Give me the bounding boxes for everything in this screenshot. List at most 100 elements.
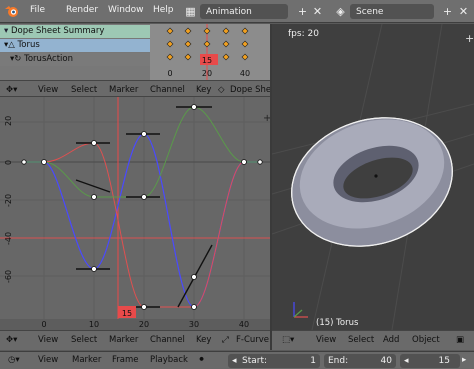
dope-sheet-header: ✥▾ View Select Marker Channel Key ◇ Dope… [0,80,270,97]
keyframe [184,27,192,35]
graph-menu-view[interactable]: View [38,335,58,345]
menu-render[interactable]: Render [66,5,98,15]
action-icon: ↻ [14,54,22,64]
graph-current-frame-text: 15 [122,309,132,318]
graph-mode-icon[interactable]: ⤢ [222,335,229,345]
start-frame-value: 1 [310,356,316,366]
keyframe [222,27,230,35]
current-frame-arrow-left-icon[interactable]: ◂ [404,356,409,366]
screen-layout-label: Animation [206,7,252,17]
dope-mode-select[interactable]: Dope Shee [230,85,270,95]
dope-menu-select[interactable]: Select [71,85,97,95]
end-frame-label: End: [328,356,349,366]
dope-tick-label: 40 [240,69,250,78]
editor-type-icon[interactable]: ✥▾ [6,335,17,345]
graph-x-tick: 40 [239,320,249,329]
keyframe [166,40,174,48]
current-frame-arrow-right-icon[interactable]: ▸ [462,355,466,365]
graph-x-tick: 10 [89,320,99,329]
graph-y-tick: -40 [4,232,13,245]
start-frame-label: Start: [242,356,268,366]
graph-menu-channel[interactable]: Channel [150,335,185,345]
channel-torus[interactable]: ▾△ Torus [0,39,150,52]
record-icon[interactable]: ⚫ [198,355,205,365]
graph-x-tick: 0 [41,320,46,329]
delete-layout-icon[interactable]: ✕ [311,5,324,18]
timeline-menu-playback[interactable]: Playback [150,355,188,365]
screen-layout-icon[interactable]: ▦ [184,5,197,18]
graph-y-tick: 20 [4,116,13,126]
viewport-canvas[interactable]: fps: 20 + (15) Torus [272,24,474,330]
add-scene-icon[interactable]: + [441,5,454,18]
end-frame-field[interactable]: End: 40 [324,354,396,368]
channel-torusaction[interactable]: ▾↻ TorusAction [0,53,150,66]
graph-menu-key[interactable]: Key [196,335,211,345]
timeline-header: ◷▾ View Marker Frame Playback ⚫ ◂ Start:… [0,351,474,369]
view-menu-view[interactable]: View [316,335,336,345]
channel-torus-label: Torus [17,40,40,50]
graph-properties-toggle-icon[interactable]: + [263,113,270,124]
keyframe [184,53,192,61]
menu-help[interactable]: Help [153,5,174,15]
view-menu-object[interactable]: Object [412,335,440,345]
current-frame-field[interactable]: ◂ 15 [400,354,460,368]
graph-menu-select[interactable]: Select [71,335,97,345]
dope-menu-view[interactable]: View [38,85,58,95]
object-origin [374,174,378,178]
timeline-menu-view[interactable]: View [38,355,58,365]
dope-keyframes[interactable]: 15 0 20 40 [150,24,270,80]
graph-editor[interactable]: 20 0 -20 -40 -60 15 0 10 20 30 40 + [0,97,270,330]
editor-type-icon[interactable]: ◷▾ [8,355,20,365]
dope-tick-label: 20 [202,69,212,78]
dope-tick-label: 0 [167,69,172,78]
channel-torusaction-label: TorusAction [24,54,73,64]
keyframe [184,40,192,48]
channel-summary-label: Dope Sheet Summary [10,26,105,36]
start-frame-field[interactable]: ◂ Start: 1 [228,354,320,368]
view-menu-add[interactable]: Add [383,335,399,345]
graph-y-tick: 0 [4,160,13,165]
graph-y-tick: -60 [4,270,13,283]
keyframe [203,40,211,48]
timeline-menu-marker[interactable]: Marker [72,355,101,365]
timeline-menu-frame[interactable]: Frame [112,355,138,365]
dope-mode-icon[interactable]: ◇ [218,85,225,95]
dope-menu-key[interactable]: Key [196,85,211,95]
editor-type-icon[interactable]: ⬚▾ [282,335,294,345]
menu-file[interactable]: File [30,5,45,15]
viewport-header: ⬚▾ View Select Add Object ▣ [272,330,474,350]
graph-menu-marker[interactable]: Marker [109,335,138,345]
dope-current-frame-text: 15 [202,56,212,65]
add-layout-icon[interactable]: + [296,5,309,18]
channel-summary[interactable]: ▾ Dope Sheet Summary [0,25,150,38]
blender-logo-icon[interactable] [4,3,20,19]
view-menu-select[interactable]: Select [348,335,374,345]
3d-viewport[interactable]: fps: 20 + (15) Torus [272,24,474,330]
graph-editor-header: ✥▾ View Select Marker Channel Key ⤢ F-Cu… [0,330,270,350]
menu-window[interactable]: Window [108,5,144,15]
keyframe [222,53,230,61]
mode-select-icon[interactable]: ▣ [456,335,464,345]
graph-y-tick: -20 [4,194,13,207]
dope-menu-marker[interactable]: Marker [109,85,138,95]
delete-scene-icon[interactable]: ✕ [457,5,470,18]
screen-layout-field[interactable]: Animation [200,4,288,19]
scene-field[interactable]: Scene [350,4,434,19]
keyframe [166,27,174,35]
dope-menu-channel[interactable]: Channel [150,85,185,95]
keyframe [241,40,249,48]
graph-canvas[interactable]: 20 0 -20 -40 -60 15 0 10 20 30 40 + [0,97,270,330]
toolshelf-toggle-icon[interactable]: + [465,32,474,45]
scene-icon[interactable]: ◈ [334,5,347,18]
editor-type-icon[interactable]: ✥▾ [6,85,17,95]
keyframe [241,53,249,61]
start-frame-arrow-left-icon[interactable]: ◂ [232,356,237,366]
object-info-label: (15) Torus [316,318,359,328]
graph-x-tick: 30 [189,320,199,329]
end-frame-value: 40 [380,356,392,366]
fps-readout: fps: 20 [288,29,319,39]
expand-icon[interactable]: ▾ [4,26,8,36]
keyframe [203,27,211,35]
graph-mode-select[interactable]: F-Curve [236,335,269,345]
object-icon: △ [8,40,15,50]
